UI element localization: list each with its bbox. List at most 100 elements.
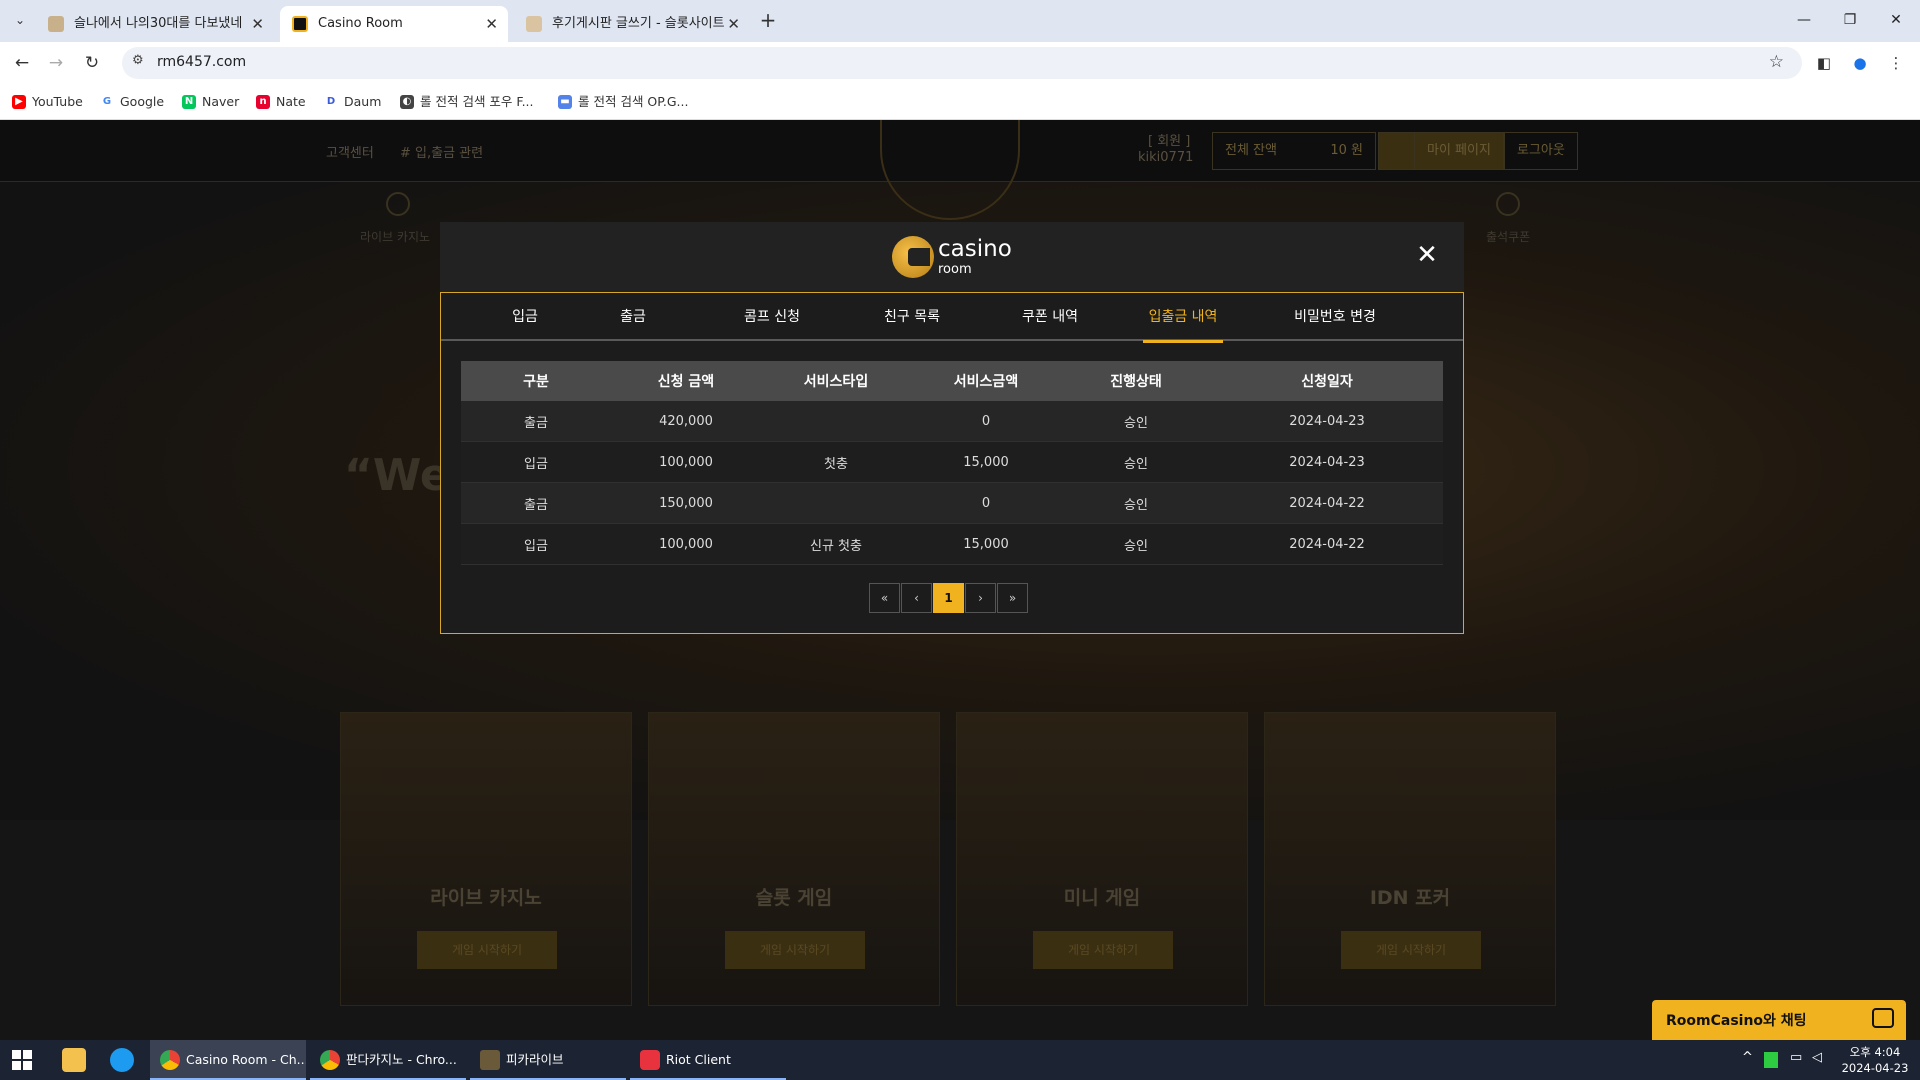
bookmark-nate[interactable]: n Nate: [254, 90, 306, 114]
header-service-amount: 서비스금액: [953, 374, 1019, 390]
taskbar-app-label: Riot Client: [666, 1052, 731, 1067]
cell-service-amount: 0: [981, 413, 991, 429]
taskbar-casino-room[interactable]: Casino Room - Ch...: [150, 1040, 306, 1080]
bookmark-label: Google: [120, 94, 165, 109]
taskbar-riot-client[interactable]: Riot Client: [630, 1040, 786, 1080]
game-title: 라이브 카지노: [430, 887, 542, 909]
breadcrumb-current[interactable]: # 입,출금 관련: [400, 142, 483, 161]
volume-icon[interactable]: ◁: [1812, 1050, 1822, 1065]
tab-deposit[interactable]: 입금: [495, 293, 555, 341]
bookmark-label: 롤 전적 검색 포우 F...: [420, 94, 534, 109]
nav-live-casino[interactable]: 라이브 카지노: [360, 228, 430, 245]
next-page-button[interactable]: ›: [965, 583, 996, 613]
file-explorer-icon[interactable]: [62, 1048, 86, 1072]
refresh-balance-icon[interactable]: [1378, 132, 1418, 170]
logout-button[interactable]: 로그아웃: [1504, 132, 1578, 170]
bookmark-fow[interactable]: ◐ 롤 전적 검색 포우 F...: [398, 90, 534, 114]
tab-slotna[interactable]: 슬나에서 나의30대를 다보냈네 ✕: [36, 6, 274, 42]
taskbar-app-label: 피카라이브: [506, 1052, 564, 1067]
chrome-icon: [320, 1050, 340, 1070]
bookmark-google[interactable]: G Google: [98, 90, 164, 114]
tab-comp-request[interactable]: 콤프 신청: [727, 293, 817, 341]
network-icon[interactable]: ▭: [1790, 1050, 1802, 1065]
taskbar-panda-casino[interactable]: 판다카지노 - Chro...: [310, 1040, 466, 1080]
header-type: 구분: [523, 374, 549, 390]
tab-transaction-history[interactable]: 입출금 내역: [1143, 293, 1223, 343]
balance-value: 10 원: [1330, 143, 1363, 158]
taskbar-pica-live[interactable]: 피카라이브: [470, 1040, 626, 1080]
game-card-slot[interactable]: 슬롯 게임 게임 시작하기: [648, 712, 940, 1006]
tab-close-icon[interactable]: ✕: [727, 6, 740, 42]
mypage-button[interactable]: 마이 페이지: [1414, 132, 1504, 170]
tab-withdraw[interactable]: 출금: [603, 293, 663, 341]
bookmark-naver[interactable]: N Naver: [180, 90, 239, 114]
chat-widget[interactable]: RoomCasino와 채팅: [1652, 1000, 1906, 1040]
system-clock[interactable]: 오후 4:04 2024-04-23: [1836, 1044, 1914, 1076]
new-tab-button[interactable]: +: [756, 8, 780, 32]
game-title: 미니 게임: [1063, 887, 1141, 909]
tab-search-chevron-icon[interactable]: ⌄: [8, 8, 32, 32]
game-card-idn-poker[interactable]: IDN 포커 게임 시작하기: [1264, 712, 1556, 1006]
tab-casino-room[interactable]: Casino Room ✕: [280, 6, 508, 42]
cell-date: 2024-04-22: [1289, 536, 1365, 552]
bookmark-label: Nate: [276, 94, 306, 109]
game-start-button[interactable]: 게임 시작하기: [417, 931, 557, 969]
tab-close-icon[interactable]: ✕: [485, 6, 498, 42]
address-bar[interactable]: ⚙ rm6457.com ☆: [122, 47, 1802, 79]
modal-body: 입금 출금 콤프 신청 친구 목록 쿠폰 내역 입출금 내역 비밀번호 변경 구…: [440, 292, 1464, 634]
game-card-live-casino[interactable]: 라이브 카지노 게임 시작하기: [340, 712, 632, 1006]
restore-icon[interactable]: ❐: [1828, 6, 1872, 34]
bookmark-label: Daum: [344, 94, 382, 109]
bookmark-daum[interactable]: D Daum: [322, 90, 381, 114]
breadcrumb-home[interactable]: 고객센터: [326, 142, 374, 161]
transaction-table: 구분 신청 금액 서비스타입 서비스금액 진행상태 신청일자 출금 420,00…: [461, 361, 1443, 565]
bookmark-youtube[interactable]: ▶ YouTube: [10, 90, 83, 114]
modal-close-icon[interactable]: ✕: [1412, 240, 1442, 270]
cell-service-amount: 0: [981, 495, 991, 511]
nav-attendance-coupon[interactable]: 출석쿠폰: [1486, 228, 1530, 245]
profile-icon[interactable]: ●: [1848, 51, 1872, 75]
tab-review-board[interactable]: 후기게시판 글쓰기 - 슬롯사이트 ✕: [514, 6, 750, 42]
windows-start-icon[interactable]: [12, 1050, 32, 1070]
cell-type: 입금: [524, 456, 548, 472]
page-1-button[interactable]: 1: [933, 583, 964, 613]
back-icon[interactable]: ←: [10, 51, 34, 75]
chat-label: RoomCasino와 채팅: [1666, 1013, 1807, 1029]
cell-date: 2024-04-23: [1289, 454, 1365, 470]
kakao-tray-icon[interactable]: [1764, 1052, 1778, 1068]
game-start-button[interactable]: 게임 시작하기: [1033, 931, 1173, 969]
game-start-button[interactable]: 게임 시작하기: [1341, 931, 1481, 969]
tab-close-icon[interactable]: ✕: [251, 6, 264, 42]
minimize-icon[interactable]: —: [1782, 6, 1826, 34]
riot-icon: [640, 1050, 660, 1070]
bookmark-star-icon[interactable]: ☆: [1769, 52, 1784, 72]
url-text[interactable]: rm6457.com: [157, 54, 246, 70]
cell-type: 출금: [524, 415, 548, 431]
live-casino-icon: [386, 192, 410, 216]
twitter-icon[interactable]: [110, 1048, 134, 1072]
close-window-icon[interactable]: ✕: [1874, 6, 1918, 34]
menu-icon[interactable]: ⋮: [1884, 51, 1908, 75]
tab-change-password[interactable]: 비밀번호 변경: [1275, 293, 1395, 341]
cell-status: 승인: [1124, 497, 1148, 513]
tray-overflow-icon[interactable]: ^: [1742, 1050, 1753, 1065]
side-panel-icon[interactable]: ◧: [1812, 51, 1836, 75]
table-header: 구분 신청 금액 서비스타입 서비스금액 진행상태 신청일자: [461, 361, 1443, 401]
first-page-button[interactable]: «: [869, 583, 900, 613]
tab-coupon-history[interactable]: 쿠폰 내역: [1005, 293, 1095, 341]
tab-friend-list[interactable]: 친구 목록: [867, 293, 957, 341]
site-info-icon[interactable]: ⚙: [132, 53, 144, 68]
tab-favicon-icon: [48, 16, 64, 32]
game-start-button[interactable]: 게임 시작하기: [725, 931, 865, 969]
prev-page-button[interactable]: ‹: [901, 583, 932, 613]
table-body: 출금 420,000 0 승인 2024-04-23 입금 100,000 첫충…: [461, 401, 1443, 565]
forward-icon[interactable]: →: [44, 51, 68, 75]
opgg-icon: ▬: [558, 95, 572, 109]
last-page-button[interactable]: »: [997, 583, 1028, 613]
reload-icon[interactable]: ↻: [80, 51, 104, 75]
cell-status: 승인: [1124, 456, 1148, 472]
clock-date: 2024-04-23: [1841, 1061, 1909, 1075]
bookmark-opgg[interactable]: ▬ 롤 전적 검색 OP.G...: [556, 90, 688, 114]
game-card-mini[interactable]: 미니 게임 게임 시작하기: [956, 712, 1248, 1006]
header-status: 진행상태: [1110, 374, 1162, 390]
